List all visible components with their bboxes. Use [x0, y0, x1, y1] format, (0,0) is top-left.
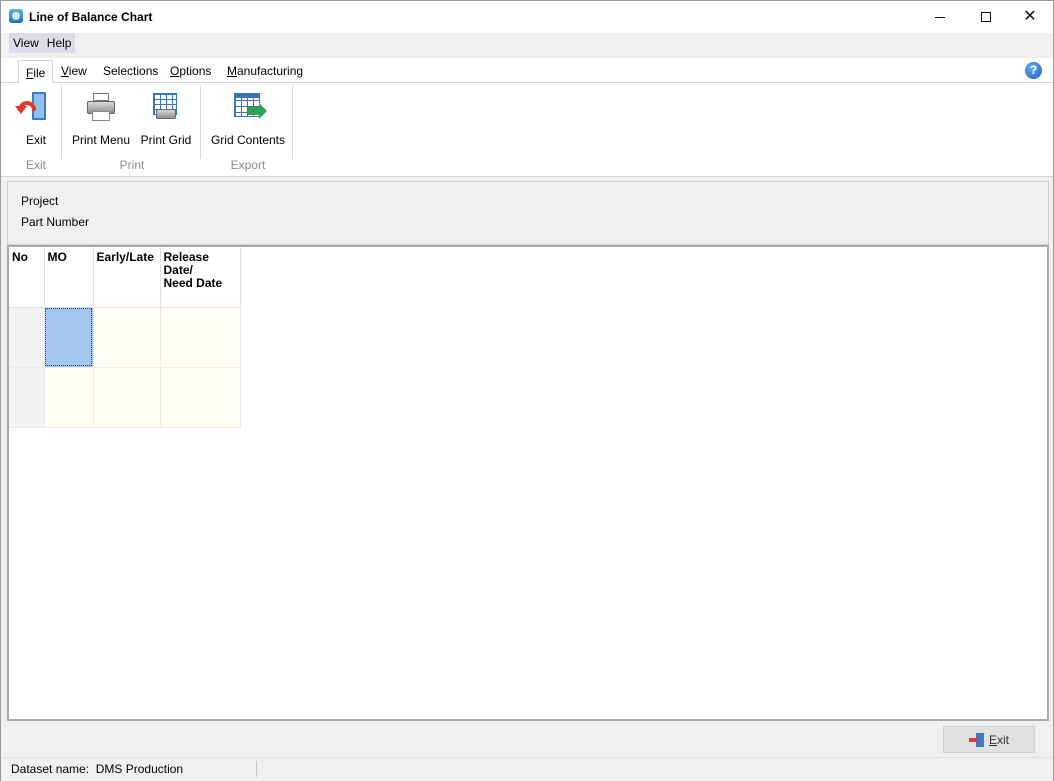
tab-view-mnemonic: V	[61, 64, 69, 78]
group-label-exit: Exit	[25, 158, 46, 172]
line-of-balance-grid[interactable]: No MO Early/Late Release Date/Need Date	[7, 245, 1049, 721]
minimize-icon	[935, 16, 945, 18]
app-icon	[9, 9, 23, 23]
status-separator	[256, 761, 257, 777]
table-row[interactable]	[9, 307, 241, 368]
tab-manufacturing-mnemonic: M	[227, 64, 237, 78]
dataset-label: Dataset name:	[11, 762, 90, 776]
tab-manufacturing-label: anufacturing	[237, 64, 304, 78]
tab-view[interactable]: View	[61, 64, 87, 78]
grid-contents-label: Grid Contents	[210, 133, 286, 147]
exit-button[interactable]: Exit	[943, 726, 1035, 753]
mo-cell-selected[interactable]	[44, 307, 94, 368]
tab-view-label: iew	[68, 64, 87, 78]
grid-table: No MO Early/Late Release Date/Need Date	[9, 247, 241, 428]
tab-options[interactable]: Options	[170, 64, 211, 78]
column-header-release-need-date[interactable]: Release Date/Need Date	[160, 247, 241, 308]
maximize-icon	[981, 12, 991, 22]
ribbon-separator	[292, 85, 293, 159]
printer-icon	[85, 91, 117, 123]
print-menu-label: Print Menu	[71, 133, 131, 147]
mo-cell[interactable]	[44, 367, 94, 428]
ribbon: Exit Exit Print Menu Print Grid Print Gr…	[1, 83, 1053, 177]
exit-button-label: Exit	[989, 733, 1009, 747]
part-number-label: Part Number	[21, 215, 90, 229]
row-header-cell[interactable]	[9, 367, 45, 428]
dataset-value: DMS Production	[95, 762, 184, 776]
row-header-cell[interactable]	[9, 307, 45, 368]
tab-selections[interactable]: Selections	[103, 64, 158, 78]
menu-help[interactable]: Help	[43, 33, 76, 53]
exit-door-icon	[15, 91, 50, 123]
column-header-early-late[interactable]: Early/Late	[93, 247, 161, 308]
early-late-cell[interactable]	[93, 367, 161, 428]
menu-bar: View Help	[9, 33, 76, 53]
column-header-mo[interactable]: MO	[44, 247, 94, 308]
status-bar: Dataset name: DMS Production	[1, 757, 1053, 781]
exit-ribbon-button[interactable]: Exit	[15, 87, 57, 147]
close-button[interactable]: ✕	[1007, 1, 1053, 33]
tab-manufacturing[interactable]: Manufacturing	[227, 64, 303, 78]
ribbon-separator	[61, 85, 62, 159]
print-grid-label: Print Grid	[140, 133, 192, 147]
group-label-print: Print	[119, 158, 145, 172]
ribbon-separator	[200, 85, 201, 159]
info-panel: Project Part Number	[7, 181, 1049, 245]
minimize-button[interactable]	[917, 1, 963, 33]
tab-file[interactable]: File	[18, 60, 54, 84]
exit-button-label-rest: xit	[997, 732, 1009, 747]
release-header-line-3: Need Date	[163, 276, 223, 290]
menu-view[interactable]: View	[9, 33, 43, 53]
print-grid-icon	[150, 91, 182, 123]
title-bar: Line of Balance Chart ✕	[1, 1, 1053, 33]
tab-options-label: ptions	[179, 64, 212, 78]
close-icon: ✕	[1023, 8, 1037, 25]
group-label-export: Export	[230, 158, 266, 172]
application-window: Line of Balance Chart ✕ View Help File V…	[0, 0, 1054, 781]
window-title: Line of Balance Chart	[29, 10, 153, 24]
release-date-cell[interactable]	[160, 307, 241, 368]
dataset-status: Dataset name: DMS Production	[11, 762, 183, 776]
release-date-cell[interactable]	[160, 367, 241, 428]
tab-options-mnemonic: O	[170, 64, 180, 78]
ribbon-tab-strip: File View Selections Options Manufacturi…	[1, 58, 1053, 84]
export-grid-icon	[232, 91, 267, 123]
project-label: Project	[21, 194, 59, 208]
print-grid-button[interactable]: Print Grid	[139, 87, 193, 147]
maximize-button[interactable]	[963, 1, 1009, 33]
early-late-cell[interactable]	[93, 307, 161, 368]
column-header-no[interactable]: No	[9, 247, 45, 308]
help-icon[interactable]: ?	[1025, 62, 1042, 79]
release-header-line-2: Date/	[163, 263, 193, 277]
exit-ribbon-label: Exit	[25, 133, 46, 147]
exit-door-icon	[968, 732, 985, 747]
release-header-line-1: Release	[163, 250, 209, 264]
print-menu-button[interactable]: Print Menu	[71, 87, 131, 147]
grid-contents-button[interactable]: Grid Contents	[208, 87, 288, 147]
tab-selections-label: Selections	[103, 64, 159, 78]
table-row[interactable]	[9, 367, 241, 428]
tab-file-label: ile	[33, 66, 46, 80]
exit-button-mnemonic: E	[988, 732, 997, 747]
